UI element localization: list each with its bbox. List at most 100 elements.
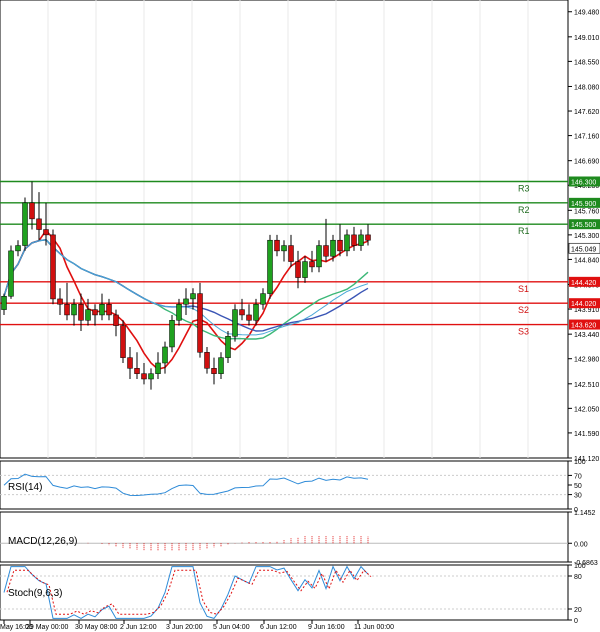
current-price-tag-text: 145.049: [571, 246, 596, 253]
candle-body: [99, 304, 105, 316]
candle-body: [183, 298, 189, 305]
price-axis: 149.480 149.010 148.550 148.080 147.620 147.1…: [568, 10, 599, 463]
candle-body: [85, 309, 91, 321]
rsi-tick-label: 50: [574, 483, 582, 490]
level-price-tag-text: 145.900: [571, 201, 596, 208]
macd-panel-frame: [0, 511, 569, 563]
stoch-tick-label: 20: [574, 607, 582, 614]
candle-body: [29, 202, 35, 220]
price-tick-label: 144.840: [574, 257, 599, 264]
candle-body: [155, 362, 161, 374]
price-tick-label: 149.010: [574, 35, 599, 42]
candle-body: [204, 352, 210, 369]
candle-body: [71, 304, 77, 316]
time-tick-label: 11 Jun 00:00: [354, 624, 394, 631]
price-tick-label: 145.760: [574, 208, 599, 215]
price-tick-label: 142.510: [574, 382, 599, 389]
price-tick-label: 148.550: [574, 59, 599, 66]
candle-body: [36, 218, 42, 230]
candle-body: [127, 357, 133, 369]
candle-body: [225, 336, 231, 358]
time-tick-label: 3 Jun 20:00: [166, 624, 203, 631]
price-tick-label: 141.590: [574, 431, 599, 438]
rsi-panel-frame: [0, 460, 569, 510]
rsi-tick-label: 100: [574, 459, 586, 466]
candle-body: [141, 373, 147, 380]
candle-body: [169, 320, 175, 348]
candle-body: [1, 296, 7, 310]
candle-body: [197, 293, 203, 353]
candle-body: [176, 304, 182, 321]
level-label-s1: S1: [518, 284, 529, 294]
candle-body: [218, 357, 224, 374]
time-tick-label: 9 Jun 16:00: [308, 624, 345, 631]
macd-axis: 1.14520.00-0.6863: [568, 510, 598, 567]
candle-body: [281, 245, 287, 252]
stoch-label: Stoch(9,6,3): [8, 588, 62, 599]
stoch-tick-label: 0: [574, 618, 578, 625]
candle-body: [365, 234, 371, 241]
time-tick-label: 6 Jun 12:00: [260, 624, 297, 631]
candle-body: [120, 325, 126, 358]
candle-body: [50, 234, 56, 300]
candle-body: [8, 250, 14, 297]
candle-body: [15, 245, 21, 252]
candle-body: [64, 304, 70, 316]
candle-body: [22, 202, 28, 246]
time-tick-label: 5 Jun 04:00: [213, 624, 250, 631]
stoch-tick-label: 100: [574, 563, 586, 570]
price-tick-label: 145.300: [574, 233, 599, 240]
price-chart[interactable]: R3 R2 R1 S1 S2 S3 149.480 149.010 148.550 148.08…: [0, 0, 600, 632]
price-tick-label: 147.620: [574, 109, 599, 116]
level-price-tag-text: 143.620: [571, 323, 596, 330]
price-tick-label: 142.980: [574, 357, 599, 364]
candle-body: [358, 234, 364, 246]
level-price-tag-text: 145.500: [571, 222, 596, 229]
price-tags: 146.300 145.900 145.500 144.420 144.020 143.6…: [568, 176, 600, 330]
candle-body: [260, 293, 266, 305]
candle-body: [295, 261, 301, 278]
level-label-s2: S2: [518, 305, 529, 315]
price-tick-label: 146.690: [574, 159, 599, 166]
candle-body: [162, 346, 168, 364]
candle-body: [57, 298, 63, 305]
candle-body: [337, 239, 343, 252]
stoch-panel-frame: [0, 564, 569, 621]
level-label-s3: S3: [518, 327, 529, 337]
time-tick-label: 2 Jun 12:00: [120, 624, 157, 631]
macd-tick-label: 1.1452: [574, 510, 596, 517]
candle-body: [113, 314, 119, 326]
macd-label: MACD(12,26,9): [8, 536, 77, 547]
candle-body: [78, 304, 84, 321]
rsi-tick-label: 30: [574, 493, 582, 500]
candle-body: [148, 373, 154, 380]
candle-body: [43, 229, 49, 236]
level-price-tag-text: 146.300: [571, 179, 596, 186]
price-tick-label: 147.160: [574, 134, 599, 141]
price-tick-label: 143.440: [574, 332, 599, 339]
candle-body: [302, 261, 308, 278]
candle-body: [190, 293, 196, 300]
time-tick-label: 29 May 00:00: [26, 624, 69, 631]
level-label-r2: R2: [518, 205, 530, 215]
macd-tick-label: 0.00: [574, 541, 588, 548]
candle-body: [211, 368, 217, 374]
candle-body: [323, 245, 329, 257]
candle-body: [288, 245, 294, 262]
candle-body: [274, 239, 280, 252]
candle-body: [309, 261, 315, 268]
candle-body: [106, 304, 112, 316]
candle-body: [344, 234, 350, 252]
candle-body: [239, 309, 245, 316]
time-tick-label: 30 May 08:00: [75, 624, 118, 631]
candle-body: [267, 239, 273, 294]
price-tick-label: 142.050: [574, 406, 599, 413]
level-label-r3: R3: [518, 183, 530, 193]
candle-body: [253, 304, 259, 321]
rsi-axis: 1007050300: [568, 459, 586, 514]
main-panel-frame: [0, 0, 569, 459]
price-tick-label: 148.080: [574, 84, 599, 91]
stoch-axis: 100 80 20 0: [568, 563, 586, 625]
stoch-tick-label: 80: [574, 574, 582, 581]
candle-body: [232, 309, 238, 337]
